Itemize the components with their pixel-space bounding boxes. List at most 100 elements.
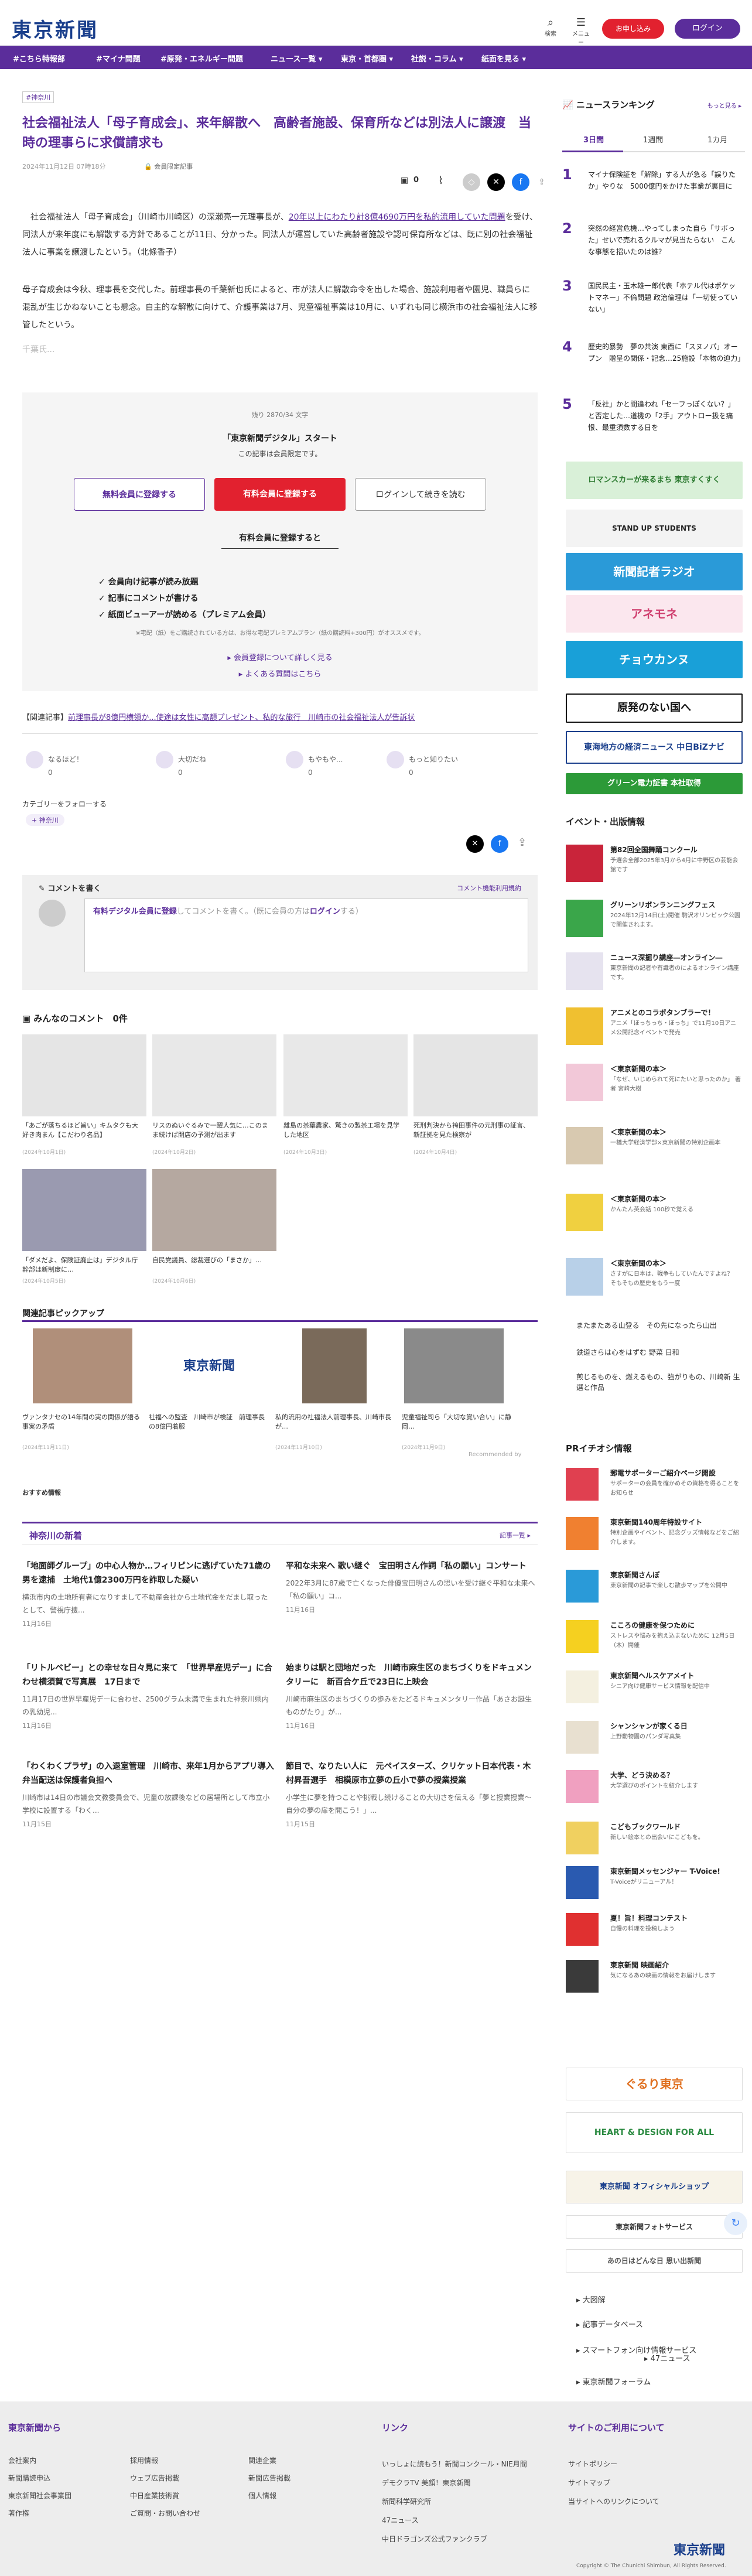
clip-icon[interactable]: ⌇ bbox=[438, 175, 443, 187]
ranking-item[interactable]: 4 歴史的暴勢 夢の共演 東西に「スヌノパ」オープン 贈呈の関係・記念…25施設「… bbox=[562, 339, 745, 380]
sidebar-link[interactable]: ▸ 大図解 bbox=[576, 2294, 606, 2305]
recommend-caption[interactable]: 死刑判決から袴田事件の元刑事の証言、新証拠を見た検察が bbox=[413, 1121, 535, 1140]
reaction-button[interactable]: 大切だね 0 bbox=[156, 751, 206, 777]
banner[interactable]: HEART & DESIGN FOR ALL bbox=[566, 2112, 743, 2153]
footer-link[interactable]: いっしょに読もう！新聞コンクール・NIE月間 bbox=[382, 2459, 527, 2469]
recommend-caption[interactable]: 「あごが落ちるほど旨い」キムタクも大好き肉まん【こだわり名品】 bbox=[22, 1121, 144, 1140]
footer-link[interactable]: 中日ドラゴンズ公式ファンクラブ bbox=[382, 2534, 487, 2544]
footer-link[interactable]: 採用情報 bbox=[130, 2455, 158, 2465]
footer-link[interactable]: 個人情報 bbox=[248, 2490, 276, 2500]
pickup-thumb[interactable] bbox=[404, 1328, 504, 1403]
login-link[interactable]: ログイン bbox=[310, 907, 340, 916]
news-item[interactable]: 平和な未来へ 歌い継ぐ 宝田明さん作詞「私の願い」コンサート 2022年3月に87… bbox=[286, 1559, 538, 1614]
recommend-caption[interactable]: 「ダメだよ、保険証廃止は」デジタル庁幹部は新制度に… bbox=[22, 1256, 144, 1275]
text-ad[interactable]: またまたある山登る その先になったら山出 bbox=[576, 1320, 743, 1331]
nav-item[interactable]: 社説・コラム ▾ bbox=[411, 53, 463, 64]
footer-link[interactable]: ウェブ広告掲載 bbox=[130, 2473, 179, 2483]
footer-link[interactable]: 47ニュース bbox=[382, 2515, 419, 2525]
text-ad[interactable]: 鉄道さらは心をはずむ 野菜 日和 bbox=[576, 1347, 743, 1358]
event-item[interactable]: ＜東京新聞の本＞ さすがに日本は、戦争もしていたんですよね？ そもそもの歴史をもう… bbox=[566, 1258, 743, 1299]
footer-link[interactable]: 新聞科学研究所 bbox=[382, 2496, 431, 2506]
pr-item[interactable]: シャンシャンが家くる日 上野動物園のパンダ写真集 bbox=[566, 1721, 743, 1756]
footer-link[interactable]: 当サイトへのリンクについて bbox=[568, 2496, 659, 2506]
banner[interactable]: 東京新聞 オフィシャルショップ bbox=[566, 2171, 743, 2203]
event-item[interactable]: ＜東京新聞の本＞ かんたん英会話 100秒で覚える bbox=[566, 1194, 743, 1235]
banner[interactable]: アネモネ bbox=[566, 595, 743, 633]
event-item[interactable]: グリーンリボンランニングフェス 2024年12月14日(土)開催 駒沢オリンピック… bbox=[566, 900, 743, 941]
footer-link[interactable]: サイトマップ bbox=[568, 2478, 610, 2488]
comment-icon[interactable]: ▣ bbox=[401, 176, 408, 185]
news-item[interactable]: 始まりは駅と団地だった 川崎市麻生区のまちづくりをドキュメンタリーに 新百合ケ丘… bbox=[286, 1661, 538, 1730]
tab-1month[interactable]: 1カ月 bbox=[707, 134, 727, 145]
nav-item[interactable]: #こちら特報部 bbox=[13, 53, 65, 64]
nav-item[interactable]: #原発・エネルギー問題 bbox=[160, 53, 243, 64]
reaction-button[interactable]: もやもや... 0 bbox=[286, 751, 343, 777]
recommend-caption[interactable]: 離島の茶葉農家、驚きの製茶工場を見学した地区 bbox=[283, 1121, 405, 1140]
more-info-link[interactable]: ▸ 会員登録について詳しく見る bbox=[22, 651, 538, 662]
subscribe-button[interactable]: お申し込み bbox=[602, 19, 664, 39]
pr-item[interactable]: 東京新聞 映画紹介 気になるあの映画の情報をお届けします bbox=[566, 1960, 743, 1995]
facebook-icon[interactable]: f bbox=[491, 835, 508, 853]
free-register-button[interactable]: 無料会員に登録する bbox=[74, 478, 205, 511]
pr-item[interactable]: 東京新聞140周年特設サイト 特別企画やイベント、記念グッズ情報などをご紹介します… bbox=[566, 1517, 743, 1552]
login-button[interactable]: ログイン bbox=[675, 19, 740, 39]
search-button[interactable]: ⌕ 検索 bbox=[540, 16, 561, 37]
ranking-item[interactable]: 1 マイナ保険証を「解除」する人が急る「誤りたか」やりな 5000億円をかけた事業… bbox=[562, 166, 745, 207]
pr-item[interactable]: 東京新聞ヘルスケアメイト シニア向け健康サービス情報を配信中 bbox=[566, 1670, 743, 1706]
pr-item[interactable]: 大学、どう決める？ 大学選びのポイントを紹介します bbox=[566, 1770, 743, 1805]
ranking-item[interactable]: 5 「反社」かと間違われ「セーフっぽくない？」と否定した…道機の「2手」アウトロー… bbox=[562, 396, 745, 437]
pickup-caption[interactable]: 私的流用の社福法人前理事長、川崎市長が… bbox=[275, 1413, 396, 1432]
banner[interactable]: ロマンスカーが来るまち 東京すくすく bbox=[566, 462, 743, 499]
category-tag[interactable]: #神奈川 bbox=[22, 91, 54, 103]
footer-link[interactable]: サイトポリシー bbox=[568, 2459, 617, 2469]
text-ad[interactable]: 煎じるものを、燃えるもの、強がりもの、川崎新 生選と作品 bbox=[576, 1372, 743, 1393]
event-item[interactable]: アニメとのコラボタンブラーで！ アニメ「ほっちっち・ほっち」で11月10日アニメ公… bbox=[566, 1007, 743, 1048]
event-item[interactable]: 第82回全国舞踊コンクール 予選会全部2025年3月から4月に中野区の芸能会館です bbox=[566, 845, 743, 886]
pr-item[interactable]: 夏！旨！料理コンテスト 自慢の料理を投稿しよう bbox=[566, 1913, 743, 1948]
nav-item[interactable]: ニュース一覧 ▾ bbox=[271, 53, 322, 64]
footer-link[interactable]: 中日産業技術賞 bbox=[130, 2490, 179, 2500]
register-link[interactable]: 有料デジタル会員に登録 bbox=[93, 907, 177, 916]
recommend-thumb[interactable] bbox=[283, 1034, 408, 1116]
share-icon[interactable]: ⇪ bbox=[533, 173, 551, 191]
paid-register-button[interactable]: 有料会員に登録する bbox=[214, 478, 346, 511]
footer-link[interactable]: 関連企業 bbox=[248, 2455, 276, 2465]
pickup-caption[interactable]: 社福への監査 川崎市が検証 前理事長の8億円着服 bbox=[149, 1413, 269, 1432]
footer-logo[interactable]: 東京新聞 bbox=[674, 2540, 725, 2558]
footer-link[interactable]: ご質問・お問い合わせ bbox=[130, 2508, 200, 2518]
reaction-button[interactable]: もっと知りたい 0 bbox=[387, 751, 458, 777]
recommend-thumb[interactable] bbox=[413, 1034, 538, 1116]
recommend-caption[interactable]: リスのぬいぐるみで一躍人気に…このまま続けば開店の予測が出ます bbox=[152, 1121, 274, 1140]
recommend-thumb[interactable] bbox=[22, 1034, 146, 1116]
x-share-icon[interactable]: ✕ bbox=[466, 835, 484, 853]
faq-link[interactable]: ▸ よくある質問はこちら bbox=[22, 668, 538, 679]
banner[interactable]: チョウカンヌ bbox=[566, 641, 743, 678]
event-item[interactable]: ＜東京新聞の本＞ 一橋大学経済学部×東京新聞の特別企画本 bbox=[566, 1127, 743, 1168]
tab-1week[interactable]: 1週間 bbox=[643, 134, 663, 145]
footer-link[interactable]: 新聞購読申込 bbox=[8, 2473, 50, 2483]
footer-link[interactable]: 会社案内 bbox=[8, 2455, 36, 2465]
banner[interactable]: 原発のない国へ bbox=[566, 693, 743, 723]
footer-link[interactable]: デモクラTV 美顔！東京新聞 bbox=[382, 2478, 470, 2488]
ranking-item[interactable]: 2 突然の経営危機…やってしまった自ら「サボった」せいで売れるクルマが見当たらない… bbox=[562, 220, 745, 261]
pr-item[interactable]: 東京新聞さんぽ 東京新聞の記事で楽しむ散歩マップを公開中 bbox=[566, 1570, 743, 1605]
footer-link[interactable]: 新聞広告掲載 bbox=[248, 2473, 290, 2483]
sidebar-link[interactable]: ▸ 記事データベース bbox=[576, 2318, 643, 2329]
recommend-caption[interactable]: 自民党議員、総裁選びの「まさか」… bbox=[152, 1256, 274, 1265]
comment-policy-link[interactable]: コメント機能利用規約 bbox=[457, 883, 521, 893]
news-item[interactable]: 「リトルベビー」との幸せな日々見に来て 「世界早産児デー」に合わせ横須賀で写真展… bbox=[22, 1661, 274, 1730]
pickup-caption[interactable]: ヴァンタナセの14年間の実の関係が語る事実の矛盾 bbox=[22, 1413, 143, 1432]
news-item[interactable]: 「地面師グループ」の中心人物か…フィリピンに逃げていた71歳の男を逮捕 土地代1… bbox=[22, 1559, 274, 1628]
banner[interactable]: ぐるり東京 bbox=[566, 2068, 743, 2100]
follow-tag[interactable]: + 神奈川 bbox=[26, 814, 64, 826]
pickup-thumb[interactable] bbox=[302, 1328, 367, 1403]
event-item[interactable]: ＜東京新聞の本＞ 「なぜ、いじめられて死にたいと思ったのか」 著者 宮崎大樹 bbox=[566, 1064, 743, 1105]
banner[interactable]: 東海地方の経済ニュース 中日BiZナビ bbox=[566, 731, 743, 764]
site-logo[interactable]: 東京新聞 bbox=[12, 14, 98, 43]
footer-link[interactable]: 著作権 bbox=[8, 2508, 29, 2518]
pr-item[interactable]: こころの健康を保つために ストレスや悩みを抱え込まないために 12月5日（木）開催 bbox=[566, 1620, 743, 1655]
reaction-button[interactable]: なるほど！ 0 bbox=[26, 751, 83, 777]
pickup-thumb[interactable] bbox=[33, 1328, 132, 1403]
event-item[interactable]: ニュース深掘り講座―オンライン― 東京新聞の記者や有識者のによるオンライン講座です… bbox=[566, 952, 743, 993]
kanagawa-more-link[interactable]: 記事一覧 ▸ bbox=[500, 1530, 531, 1540]
